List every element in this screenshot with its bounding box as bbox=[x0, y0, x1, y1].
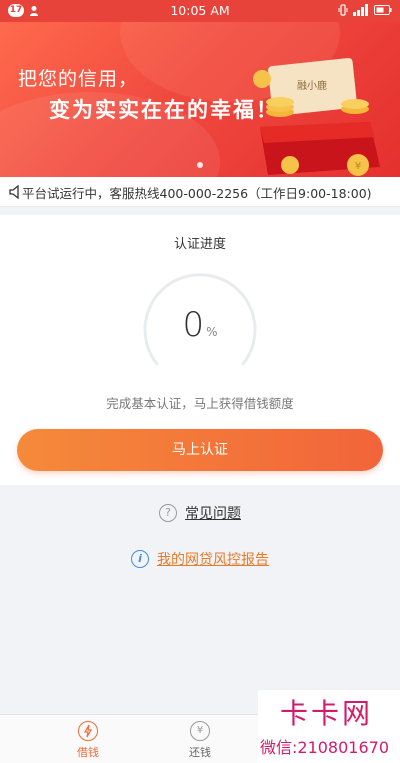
progress-value: 0% bbox=[0, 305, 400, 345]
gift-box-coins-illustration: 融小鹿 ¥ bbox=[253, 58, 380, 176]
svg-text:¥: ¥ bbox=[355, 161, 361, 172]
yen-icon: ¥ bbox=[190, 721, 210, 741]
risk-report-link[interactable]: 我的网贷风控报告 bbox=[157, 549, 269, 569]
nav-label-borrow: 借钱 bbox=[77, 746, 99, 759]
promo-banner[interactable]: 把您的信用， 变为实实在在的幸福！ 融小鹿 ¥ bbox=[0, 22, 400, 177]
watermark: 卡卡网 微信:210801670 bbox=[258, 690, 400, 763]
info-icon: i bbox=[131, 550, 149, 568]
speaker-icon bbox=[9, 184, 21, 203]
faq-link-row[interactable]: ? 常见问题 bbox=[0, 503, 400, 523]
nav-item-repay[interactable]: ¥ 还钱 bbox=[170, 721, 230, 760]
banner-headline: 把您的信用， bbox=[18, 68, 139, 90]
verify-now-button[interactable]: 马上认证 bbox=[17, 429, 383, 471]
verification-card: 认证进度 0% 完成基本认证，马上获得借钱额度 马上认证 bbox=[0, 215, 400, 485]
watermark-subtitle: 微信:210801670 bbox=[260, 738, 390, 757]
question-icon: ? bbox=[159, 504, 177, 522]
report-link-row[interactable]: i 我的网贷风控报告 bbox=[0, 549, 400, 569]
lightning-icon bbox=[78, 721, 98, 741]
progress-unit: % bbox=[206, 325, 218, 339]
nav-item-borrow[interactable]: 借钱 bbox=[58, 721, 118, 760]
battery-icon bbox=[374, 4, 392, 16]
status-right bbox=[338, 4, 392, 16]
progress-number: 0 bbox=[182, 305, 205, 345]
status-bar: 17 10:05 AM bbox=[0, 0, 400, 22]
progress-description: 完成基本认证，马上获得借钱额度 bbox=[106, 396, 294, 411]
banner-art-label: 融小鹿 bbox=[297, 79, 327, 92]
app-screen: 17 10:05 AM 把您的信用， 变为实实在在的幸福！ 融小鹿 ¥ 平台试运… bbox=[0, 0, 400, 763]
signal-icon bbox=[353, 4, 369, 16]
notice-bar: 平台试运行中，客服热线400-000-2256（工作日9:00-18:00) bbox=[0, 177, 400, 207]
watermark-title: 卡卡网 bbox=[280, 697, 374, 730]
nav-label-repay: 还钱 bbox=[189, 746, 211, 759]
progress-title: 认证进度 bbox=[173, 237, 226, 252]
notice-text: 平台试运行中，客服热线400-000-2256（工作日9:00-18:00) bbox=[22, 186, 372, 201]
faq-link[interactable]: 常见问题 bbox=[185, 503, 241, 523]
carousel-indicator[interactable] bbox=[197, 162, 203, 168]
vibrate-icon bbox=[338, 4, 348, 16]
